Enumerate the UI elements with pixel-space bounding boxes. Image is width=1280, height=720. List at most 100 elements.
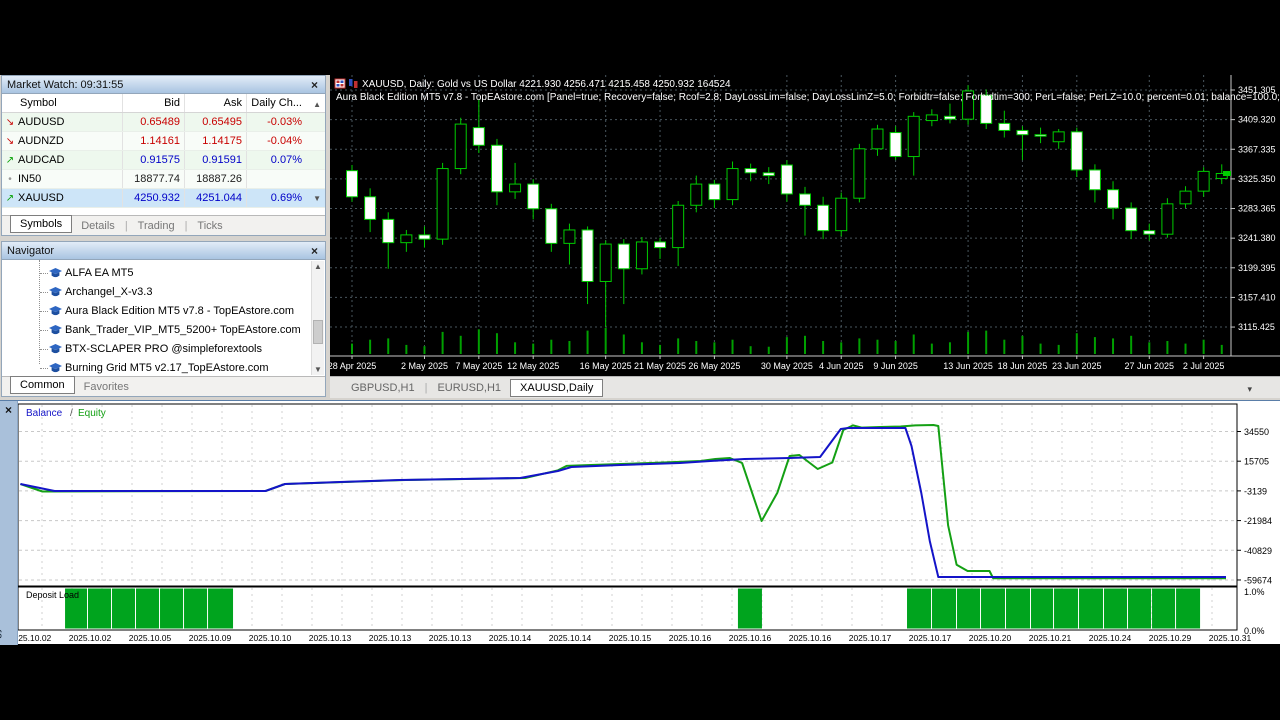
navigator-item[interactable]: Bank_Trader_VIP_MT5_5200+ TopEAstore.com — [2, 321, 325, 340]
tester-date-label: 2025.10.14 — [549, 633, 592, 643]
table-row[interactable]: •IN5018877.7418887.26 — [2, 170, 325, 189]
chart-tab-eurusd-h1[interactable]: EURUSD,H1 — [428, 381, 510, 395]
strategy-tester-tab[interactable]: egy Tester — [0, 594, 2, 645]
svg-text:3325.350: 3325.350 — [1238, 174, 1276, 184]
legend-equity: Equity — [78, 408, 106, 419]
chart-tab-xauusd-daily[interactable]: XAUUSD,Daily — [510, 379, 603, 397]
deposit-load-bar — [1128, 589, 1151, 629]
navigator-scroll-down-icon[interactable]: ▼ — [312, 365, 324, 374]
tester-date-label: 2025.10.13 — [309, 633, 352, 643]
deposit-load-bar — [136, 589, 159, 629]
tab-bar-arrow-icon[interactable]: ▾ — [1247, 384, 1252, 395]
navigator-panel: Navigator × ALFA EA MT5Archangel_X-v3.3 A… — [1, 241, 326, 397]
market-watch-tabs: SymbolsDetails|Trading|Ticks — [2, 215, 325, 235]
svg-text:30 May 2025: 30 May 2025 — [761, 361, 813, 371]
tester-date-label: 2025.10.16 — [669, 633, 712, 643]
ea-icon — [49, 306, 62, 318]
tester-date-label: 2025.10.13 — [369, 633, 412, 643]
change-cell: 0.07% — [246, 151, 306, 169]
navigator-item-label: Burning Grid MT5 v2.17_TopEAstore.com — [65, 362, 269, 374]
strategy-tester-panel: × egy Tester 3455015705-3139-21984-40829… — [0, 400, 1280, 644]
svg-text:16 May 2025: 16 May 2025 — [580, 361, 632, 371]
table-row[interactable]: ↗AUDCAD0.915750.915910.07% — [2, 151, 325, 170]
navigator-close-icon[interactable]: × — [309, 245, 320, 257]
navigator-item[interactable]: Aura Black Edition MT5 v7.8 - TopEAstore… — [2, 302, 325, 321]
column-symbol[interactable]: Symbol — [18, 94, 122, 112]
bid-cell: 4250.932 — [122, 189, 184, 207]
ask-cell: 0.91591 — [184, 151, 246, 169]
candlestick-chart[interactable]: 3451.3053409.3203367.3353325.3503283.365… — [330, 75, 1280, 376]
deposit-load-bar — [1079, 589, 1103, 629]
svg-text:4 Jun 2025: 4 Jun 2025 — [819, 361, 864, 371]
ask-cell: 4251.044 — [184, 189, 246, 207]
table-row[interactable]: ↘AUDNZD1.141611.14175-0.04% — [2, 132, 325, 151]
bid-cell: 0.91575 — [122, 151, 184, 169]
table-row[interactable]: ↘AUDUSD0.654890.65495-0.03% — [2, 113, 325, 132]
deposit-load-bar — [1031, 589, 1053, 629]
chart-tab-gbpusd-h1[interactable]: GBPUSD,H1 — [342, 381, 424, 395]
table-row[interactable]: ↗XAUUSD4250.9324251.0440.69% — [2, 189, 325, 208]
navigator-title: Navigator — [7, 245, 309, 257]
navigator-tabs: CommonFavorites — [2, 376, 325, 396]
trend-down-icon: ↘ — [2, 113, 18, 131]
column-daily-change[interactable]: Daily Ch... — [246, 94, 306, 112]
tab-details[interactable]: Details — [72, 219, 124, 233]
tester-date-label: 2025.10.02 — [18, 633, 52, 643]
column-ask[interactable]: Ask — [184, 94, 246, 112]
symbol-cell: IN50 — [18, 170, 122, 188]
tab-common[interactable]: Common — [10, 376, 75, 394]
chart-mode-icon — [335, 79, 345, 88]
ea-icon — [49, 363, 62, 375]
market-watch-scroll-up-icon[interactable]: ▲ — [313, 100, 321, 109]
navigator-item-label: Aura Black Edition MT5 v7.8 - TopEAstore… — [65, 305, 294, 317]
tester-close-icon[interactable]: × — [3, 404, 14, 416]
change-cell: -0.03% — [246, 113, 306, 131]
navigator-item[interactable]: BTX-SCLAPER PRO @simpleforextools — [2, 340, 325, 359]
deposit-load-bar — [957, 589, 980, 629]
bid-cell: 1.14161 — [122, 132, 184, 150]
tester-date-label: 2025.10.21 — [1029, 633, 1072, 643]
tab-symbols[interactable]: Symbols — [10, 215, 72, 233]
column-bid[interactable]: Bid — [122, 94, 184, 112]
tester-graph[interactable]: 3455015705-3139-21984-40829-59674Balance… — [18, 401, 1280, 645]
trend-up-icon: ↗ — [2, 189, 18, 207]
legend-balance: Balance — [26, 408, 63, 419]
navigator-item[interactable]: Burning Grid MT5 v2.17_TopEAstore.com — [2, 359, 325, 376]
navigator-scroll-up-icon[interactable]: ▲ — [312, 262, 324, 271]
tester-date-label: 2025.10.29 — [1149, 633, 1192, 643]
tester-date-label: 2025.10.20 — [969, 633, 1012, 643]
deposit-load-label: Deposit Load — [26, 590, 79, 600]
svg-text:-59674: -59674 — [1244, 575, 1272, 585]
svg-text:9 Jun 2025: 9 Jun 2025 — [873, 361, 918, 371]
screen: Market Watch: 09:31:55 × SymbolBidAskDai… — [0, 0, 1280, 720]
chart-title: XAUUSD, Daily: Gold vs US Dollar 4221.93… — [362, 79, 731, 90]
ea-parameters-line: Aura Black Edition MT5 v7.8 - TopEAstore… — [336, 92, 1280, 103]
navigator-scroll-thumb[interactable] — [313, 320, 323, 344]
tab-ticks[interactable]: Ticks — [188, 219, 231, 233]
deposit-load-bar — [1054, 589, 1078, 629]
tester-date-label: 2025.10.09 — [189, 633, 232, 643]
market-watch-scroll-down-icon[interactable]: ▼ — [313, 194, 321, 203]
tester-date-label: 2025.10.05 — [129, 633, 172, 643]
svg-text:-40829: -40829 — [1244, 546, 1272, 556]
tester-date-label: 2025.10.16 — [789, 633, 832, 643]
deposit-load-bar — [112, 589, 135, 629]
chart-tab-bar: GBPUSD,H1|EURUSD,H1XAUUSD,Daily▾ — [330, 376, 1280, 398]
navigator-scrollbar[interactable]: ▲ ▼ — [311, 261, 324, 375]
tab-favorites[interactable]: Favorites — [75, 380, 138, 394]
tab-trading[interactable]: Trading — [129, 219, 184, 233]
trend-down-icon: ↘ — [2, 132, 18, 150]
svg-text:3409.320: 3409.320 — [1238, 115, 1276, 125]
ea-icon — [49, 287, 62, 299]
svg-text:12 May 2025: 12 May 2025 — [507, 361, 559, 371]
change-cell — [246, 170, 306, 188]
tester-date-label: 2025.10.16 — [729, 633, 772, 643]
current-price-marker — [1223, 171, 1231, 176]
symbol-cell: AUDUSD — [18, 113, 122, 131]
ea-icon — [49, 344, 62, 356]
navigator-item[interactable]: ALFA EA MT5 — [2, 264, 325, 283]
deposit-load-bar — [184, 589, 207, 629]
market-watch-close-icon[interactable]: × — [309, 79, 320, 91]
deposit-load-bar — [738, 589, 762, 629]
navigator-item[interactable]: Archangel_X-v3.3 — [2, 283, 325, 302]
